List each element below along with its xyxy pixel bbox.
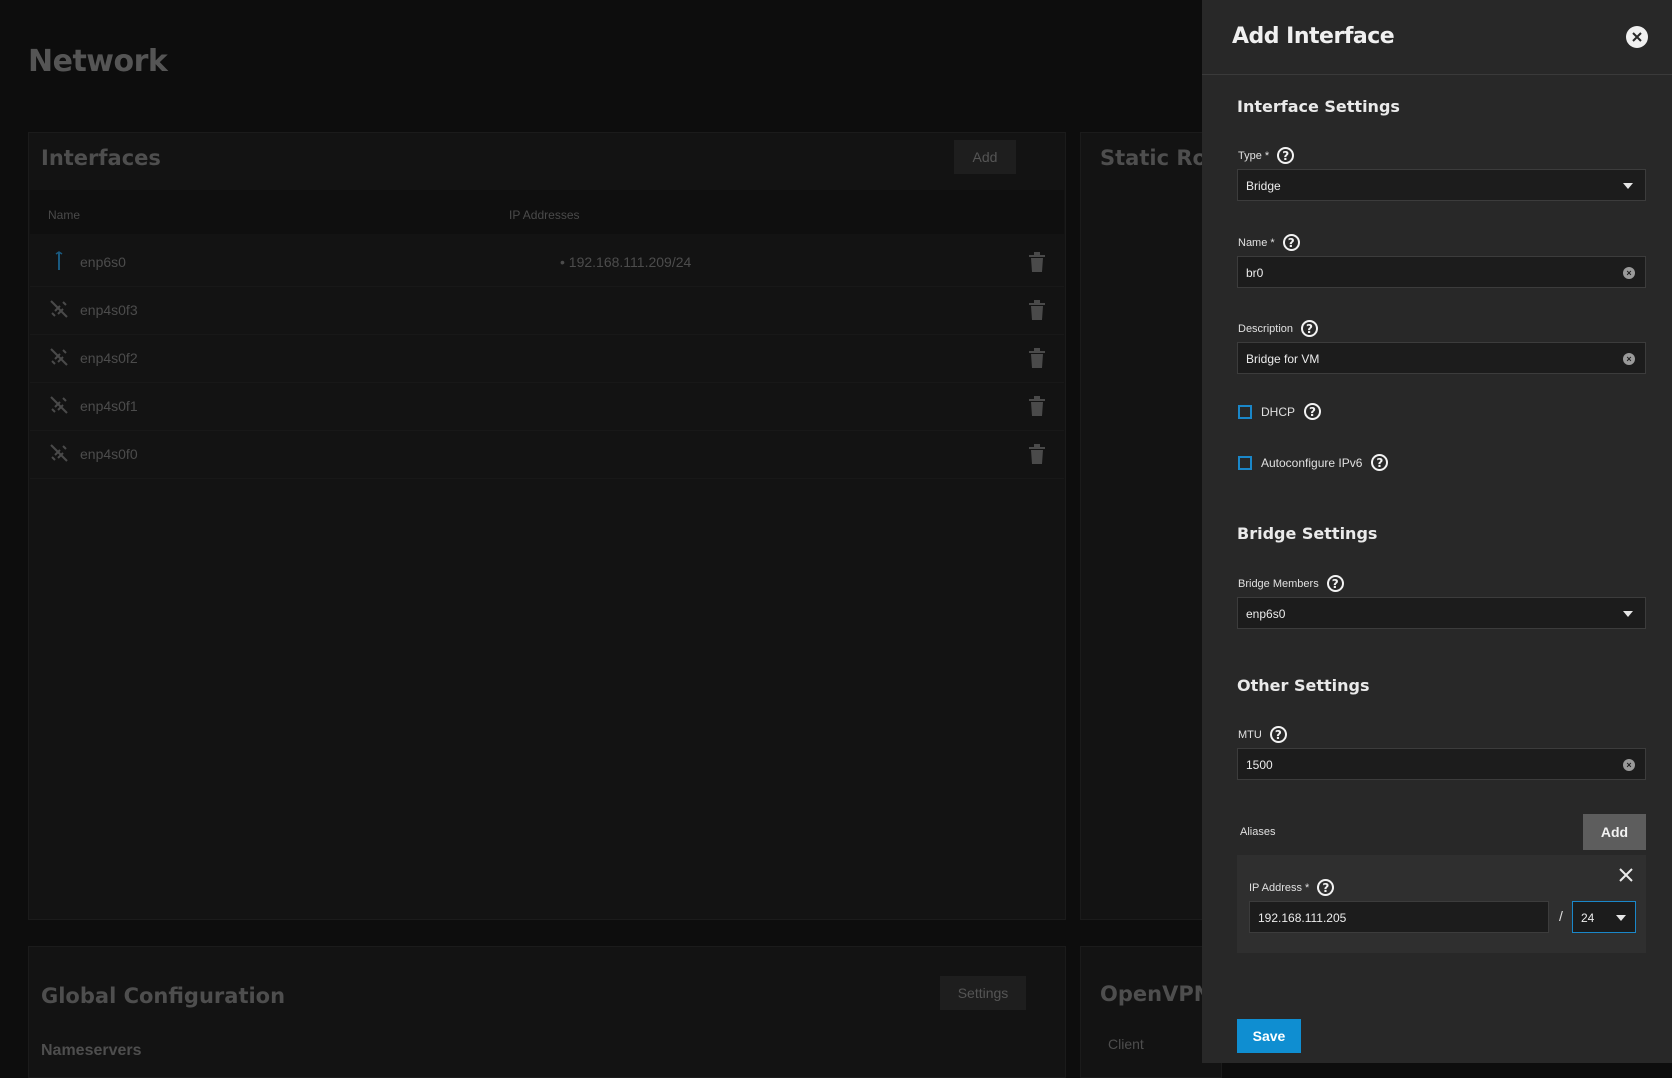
global-config-settings-button[interactable]: Settings [940,976,1026,1010]
interface-name: enp4s0f2 [80,350,138,366]
chevron-down-icon [1623,183,1633,189]
interface-name: enp4s0f3 [80,302,138,318]
aliases-label: Aliases [1240,826,1276,838]
ip-address-value: 192.168.111.205 [1258,911,1347,925]
global-config-title: Global Configuration [41,984,286,1008]
network-disconnected-icon [48,298,70,320]
interfaces-add-button[interactable]: Add [954,140,1016,174]
description-value: Bridge for VM [1246,352,1320,366]
page-title: Network [28,44,168,79]
interface-ip: • 192.168.111.209/24 [560,254,692,270]
type-label: Type * [1238,149,1270,162]
clear-icon[interactable]: × [1623,267,1635,279]
remove-alias-icon[interactable] [1618,867,1634,883]
mtu-value: 1500 [1246,758,1273,772]
dhcp-checkbox[interactable] [1238,404,1252,419]
description-input[interactable]: Bridge for VM × [1237,342,1646,374]
other-settings-title: Other Settings [1237,676,1370,695]
openvpn-title: OpenVPN [1100,982,1212,1006]
panel-header: Add Interface [1202,0,1672,75]
interface-settings-title: Interface Settings [1237,97,1400,116]
mtu-label: MTU [1238,728,1262,741]
bridge-members-value: enp6s0 [1246,607,1286,621]
interface-name: enp4s0f1 [80,398,138,414]
name-input[interactable]: br0 × [1237,256,1646,288]
netmask-separator: / [1559,908,1563,924]
name-label: Name * [1238,236,1275,249]
bridge-settings-title: Bridge Settings [1237,524,1378,543]
ip-address-label: IP Address * [1249,881,1310,894]
mtu-input[interactable]: 1500 × [1237,748,1646,780]
table-row[interactable]: enp4s0f2 [30,334,1064,383]
openvpn-client-label: Client [1108,1036,1144,1052]
bridge-members-select[interactable]: enp6s0 [1237,597,1646,629]
help-icon[interactable]: ? [1269,726,1287,743]
autoconfigure-ipv6-label: Autoconfigure IPv6 [1261,455,1363,470]
network-disconnected-icon [48,346,70,368]
help-icon[interactable]: ? [1304,403,1322,420]
trash-icon[interactable] [1028,300,1046,320]
description-label: Description [1238,322,1294,335]
help-icon[interactable]: ? [1371,454,1389,471]
trash-icon[interactable] [1028,396,1046,416]
static-routes-card [1080,132,1222,920]
trash-icon[interactable] [1028,252,1046,272]
chevron-down-icon [1616,915,1626,921]
netmask-value: 24 [1581,911,1595,925]
close-icon[interactable] [1626,26,1648,48]
trash-icon[interactable] [1028,348,1046,368]
clear-icon[interactable]: × [1623,759,1635,771]
autoconfigure-ipv6-checkbox[interactable] [1238,455,1252,470]
interface-name: enp4s0f0 [80,446,138,462]
help-icon[interactable]: ? [1301,320,1319,337]
netmask-select[interactable]: 24 [1572,901,1636,933]
column-name: Name [48,208,81,222]
global-config-card [28,946,1066,1078]
add-interface-panel: Add Interface Interface Settings Type * … [1202,0,1672,1063]
type-value: Bridge [1246,179,1281,193]
alias-box: IP Address * ? 192.168.111.205 / 24 [1237,855,1646,953]
chevron-down-icon [1623,611,1633,617]
trash-icon[interactable] [1028,444,1046,464]
table-row[interactable]: enp6s0 • 192.168.111.209/24 [30,238,1064,287]
save-button[interactable]: Save [1237,1019,1301,1053]
nameservers-label: Nameservers [41,1042,142,1059]
interfaces-title: Interfaces [41,146,161,170]
interface-name: enp6s0 [80,254,126,270]
bridge-members-label: Bridge Members [1238,577,1319,590]
interfaces-table-header: Name IP Addresses [30,190,1064,234]
help-icon[interactable]: ? [1317,879,1335,896]
network-disconnected-icon [48,394,70,416]
table-row[interactable]: enp4s0f1 [30,382,1064,431]
table-row[interactable]: enp4s0f3 [30,286,1064,335]
table-row[interactable]: enp4s0f0 [30,430,1064,479]
network-link-icon [48,250,70,272]
aliases-add-button[interactable]: Add [1583,814,1646,850]
type-select[interactable]: Bridge [1237,169,1646,201]
name-value: br0 [1246,266,1264,280]
help-icon[interactable]: ? [1326,575,1344,592]
dhcp-label: DHCP [1261,404,1296,419]
column-ip-addresses: IP Addresses [509,208,580,222]
clear-icon[interactable]: × [1623,353,1635,365]
openvpn-card [1080,946,1222,1078]
help-icon[interactable]: ? [1277,147,1295,164]
panel-title: Add Interface [1232,24,1395,49]
network-disconnected-icon [48,442,70,464]
ip-address-input[interactable]: 192.168.111.205 [1249,901,1549,933]
help-icon[interactable]: ? [1282,234,1300,251]
